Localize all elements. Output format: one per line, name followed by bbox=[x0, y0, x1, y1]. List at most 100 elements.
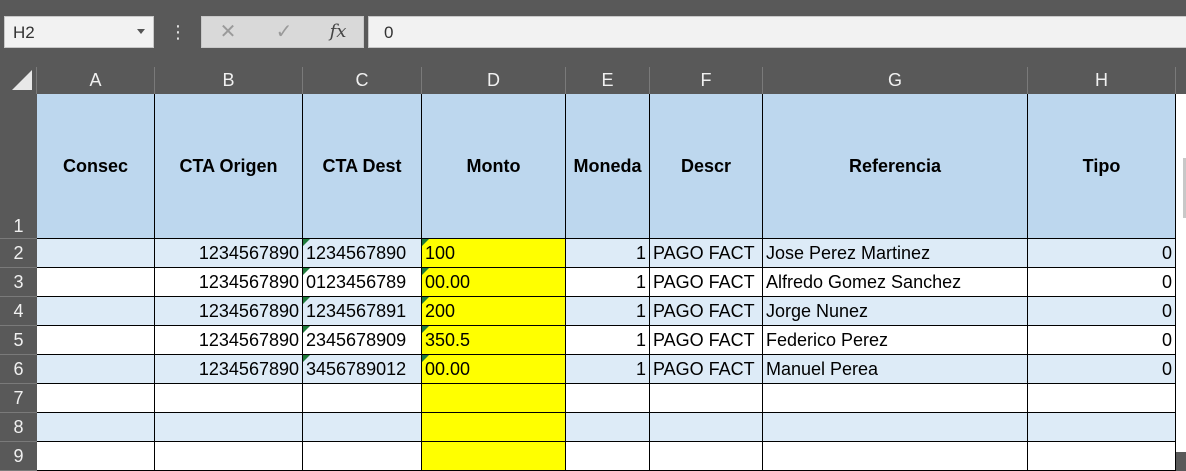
row-header-1[interactable]: 1 bbox=[0, 94, 37, 239]
column-header-g[interactable]: G bbox=[763, 67, 1028, 94]
name-box-value: H2 bbox=[13, 23, 35, 42]
cell-b5[interactable]: 1234567890 bbox=[155, 326, 303, 355]
cell-a3[interactable] bbox=[37, 268, 155, 297]
cell-b2[interactable]: 1234567890 bbox=[155, 239, 303, 268]
cell-g6[interactable]: Manuel Perea bbox=[763, 355, 1028, 384]
row-header-2[interactable]: 2 bbox=[0, 239, 37, 268]
column-header-e[interactable]: E bbox=[566, 67, 650, 94]
insert-function-icon[interactable]: fx bbox=[318, 17, 358, 47]
cell-h3[interactable]: 0 bbox=[1028, 268, 1176, 297]
name-box[interactable]: H2 bbox=[4, 16, 154, 48]
cell-e7[interactable] bbox=[566, 384, 650, 413]
cell-b8[interactable] bbox=[155, 413, 303, 442]
cell-d7[interactable] bbox=[422, 384, 566, 413]
check-icon[interactable]: ✓ bbox=[264, 17, 304, 47]
cell-f3[interactable]: PAGO FACT bbox=[650, 268, 763, 297]
cell-d9[interactable] bbox=[422, 442, 566, 471]
header-cell-cta-origen[interactable]: CTA Origen bbox=[155, 94, 303, 239]
cell-e3[interactable]: 1 bbox=[566, 268, 650, 297]
cell-e8[interactable] bbox=[566, 413, 650, 442]
cell-d6[interactable]: 00.00 bbox=[422, 355, 566, 384]
cell-e5[interactable]: 1 bbox=[566, 326, 650, 355]
row-header-7[interactable]: 7 bbox=[0, 384, 37, 413]
cell-f8[interactable] bbox=[650, 413, 763, 442]
cell-h8[interactable] bbox=[1028, 413, 1176, 442]
cell-e2[interactable]: 1 bbox=[566, 239, 650, 268]
row-header-8[interactable]: 8 bbox=[0, 413, 37, 442]
cell-g5[interactable]: Federico Perez bbox=[763, 326, 1028, 355]
more-options-icon[interactable]: ⋮ bbox=[168, 18, 188, 46]
cell-f7[interactable] bbox=[650, 384, 763, 413]
cell-a4[interactable] bbox=[37, 297, 155, 326]
cell-f2[interactable]: PAGO FACT bbox=[650, 239, 763, 268]
cell-g4[interactable]: Jorge Nunez bbox=[763, 297, 1028, 326]
cell-d4[interactable]: 200 bbox=[422, 297, 566, 326]
cell-c2[interactable]: 1234567890 bbox=[303, 239, 422, 268]
column-header-c[interactable]: C bbox=[303, 67, 422, 94]
cell-c4[interactable]: 1234567891 bbox=[303, 297, 422, 326]
cell-e6[interactable]: 1 bbox=[566, 355, 650, 384]
header-cell-consec[interactable]: Consec bbox=[37, 94, 155, 239]
header-cell-tipo[interactable]: Tipo bbox=[1028, 94, 1176, 239]
header-cell-descr[interactable]: Descr bbox=[650, 94, 763, 239]
cell-c7[interactable] bbox=[303, 384, 422, 413]
cell-b7[interactable] bbox=[155, 384, 303, 413]
cell-b3[interactable]: 1234567890 bbox=[155, 268, 303, 297]
cell-c6[interactable]: 3456789012 bbox=[303, 355, 422, 384]
header-cell-cta-dest[interactable]: CTA Dest bbox=[303, 94, 422, 239]
cell-c9[interactable] bbox=[303, 442, 422, 471]
cell-g9[interactable] bbox=[763, 442, 1028, 471]
cell-d5[interactable]: 350.5 bbox=[422, 326, 566, 355]
row-header-3[interactable]: 3 bbox=[0, 268, 37, 297]
cell-a9[interactable] bbox=[37, 442, 155, 471]
cell-h5[interactable]: 0 bbox=[1028, 326, 1176, 355]
cell-g2[interactable]: Jose Perez Martinez bbox=[763, 239, 1028, 268]
cell-g8[interactable] bbox=[763, 413, 1028, 442]
cell-c3[interactable]: 0123456789 bbox=[303, 268, 422, 297]
column-header-f[interactable]: F bbox=[650, 67, 763, 94]
cell-a5[interactable] bbox=[37, 326, 155, 355]
header-cell-moneda[interactable]: Moneda bbox=[566, 94, 650, 239]
cell-h4[interactable]: 0 bbox=[1028, 297, 1176, 326]
column-header-d[interactable]: D bbox=[422, 67, 566, 94]
row-header-4[interactable]: 4 bbox=[0, 297, 37, 326]
cell-d2[interactable]: 100 bbox=[422, 239, 566, 268]
select-all-button[interactable] bbox=[0, 67, 37, 94]
row-header-9[interactable]: 9 bbox=[0, 442, 37, 471]
cell-h2[interactable]: 0 bbox=[1028, 239, 1176, 268]
formula-bar: H2 ⋮ ✕ ✓ fx 0 bbox=[0, 0, 1186, 67]
cancel-icon[interactable]: ✕ bbox=[208, 17, 248, 47]
row-header-6[interactable]: 6 bbox=[0, 355, 37, 384]
cell-a8[interactable] bbox=[37, 413, 155, 442]
cell-c8[interactable] bbox=[303, 413, 422, 442]
cell-b4[interactable]: 1234567890 bbox=[155, 297, 303, 326]
column-header-b[interactable]: B bbox=[155, 67, 303, 94]
column-header-a[interactable]: A bbox=[37, 67, 155, 94]
cell-h9[interactable] bbox=[1028, 442, 1176, 471]
cell-e9[interactable] bbox=[566, 442, 650, 471]
cell-b9[interactable] bbox=[155, 442, 303, 471]
cell-a6[interactable] bbox=[37, 355, 155, 384]
row-header-5[interactable]: 5 bbox=[0, 326, 37, 355]
cell-g7[interactable] bbox=[763, 384, 1028, 413]
header-cell-monto[interactable]: Monto bbox=[422, 94, 566, 239]
cell-f9[interactable] bbox=[650, 442, 763, 471]
column-header-h[interactable]: H bbox=[1028, 67, 1176, 94]
cell-f5[interactable]: PAGO FACT bbox=[650, 326, 763, 355]
formula-input[interactable]: 0 bbox=[368, 16, 1186, 48]
cell-h6[interactable]: 0 bbox=[1028, 355, 1176, 384]
cell-e4[interactable]: 1 bbox=[566, 297, 650, 326]
cell-g3[interactable]: Alfredo Gomez Sanchez bbox=[763, 268, 1028, 297]
cell-f4[interactable]: PAGO FACT bbox=[650, 297, 763, 326]
cell-a2[interactable] bbox=[37, 239, 155, 268]
cell-f6[interactable]: PAGO FACT bbox=[650, 355, 763, 384]
cell-d3[interactable]: 00.00 bbox=[422, 268, 566, 297]
cell-b6[interactable]: 1234567890 bbox=[155, 355, 303, 384]
cell-c5[interactable]: 2345678909 bbox=[303, 326, 422, 355]
cell-d8[interactable] bbox=[422, 413, 566, 442]
cell-h7[interactable] bbox=[1028, 384, 1176, 413]
header-cell-referencia[interactable]: Referencia bbox=[763, 94, 1028, 239]
scrollbar-edge[interactable] bbox=[1176, 94, 1186, 452]
chevron-down-icon[interactable] bbox=[137, 29, 145, 34]
cell-a7[interactable] bbox=[37, 384, 155, 413]
